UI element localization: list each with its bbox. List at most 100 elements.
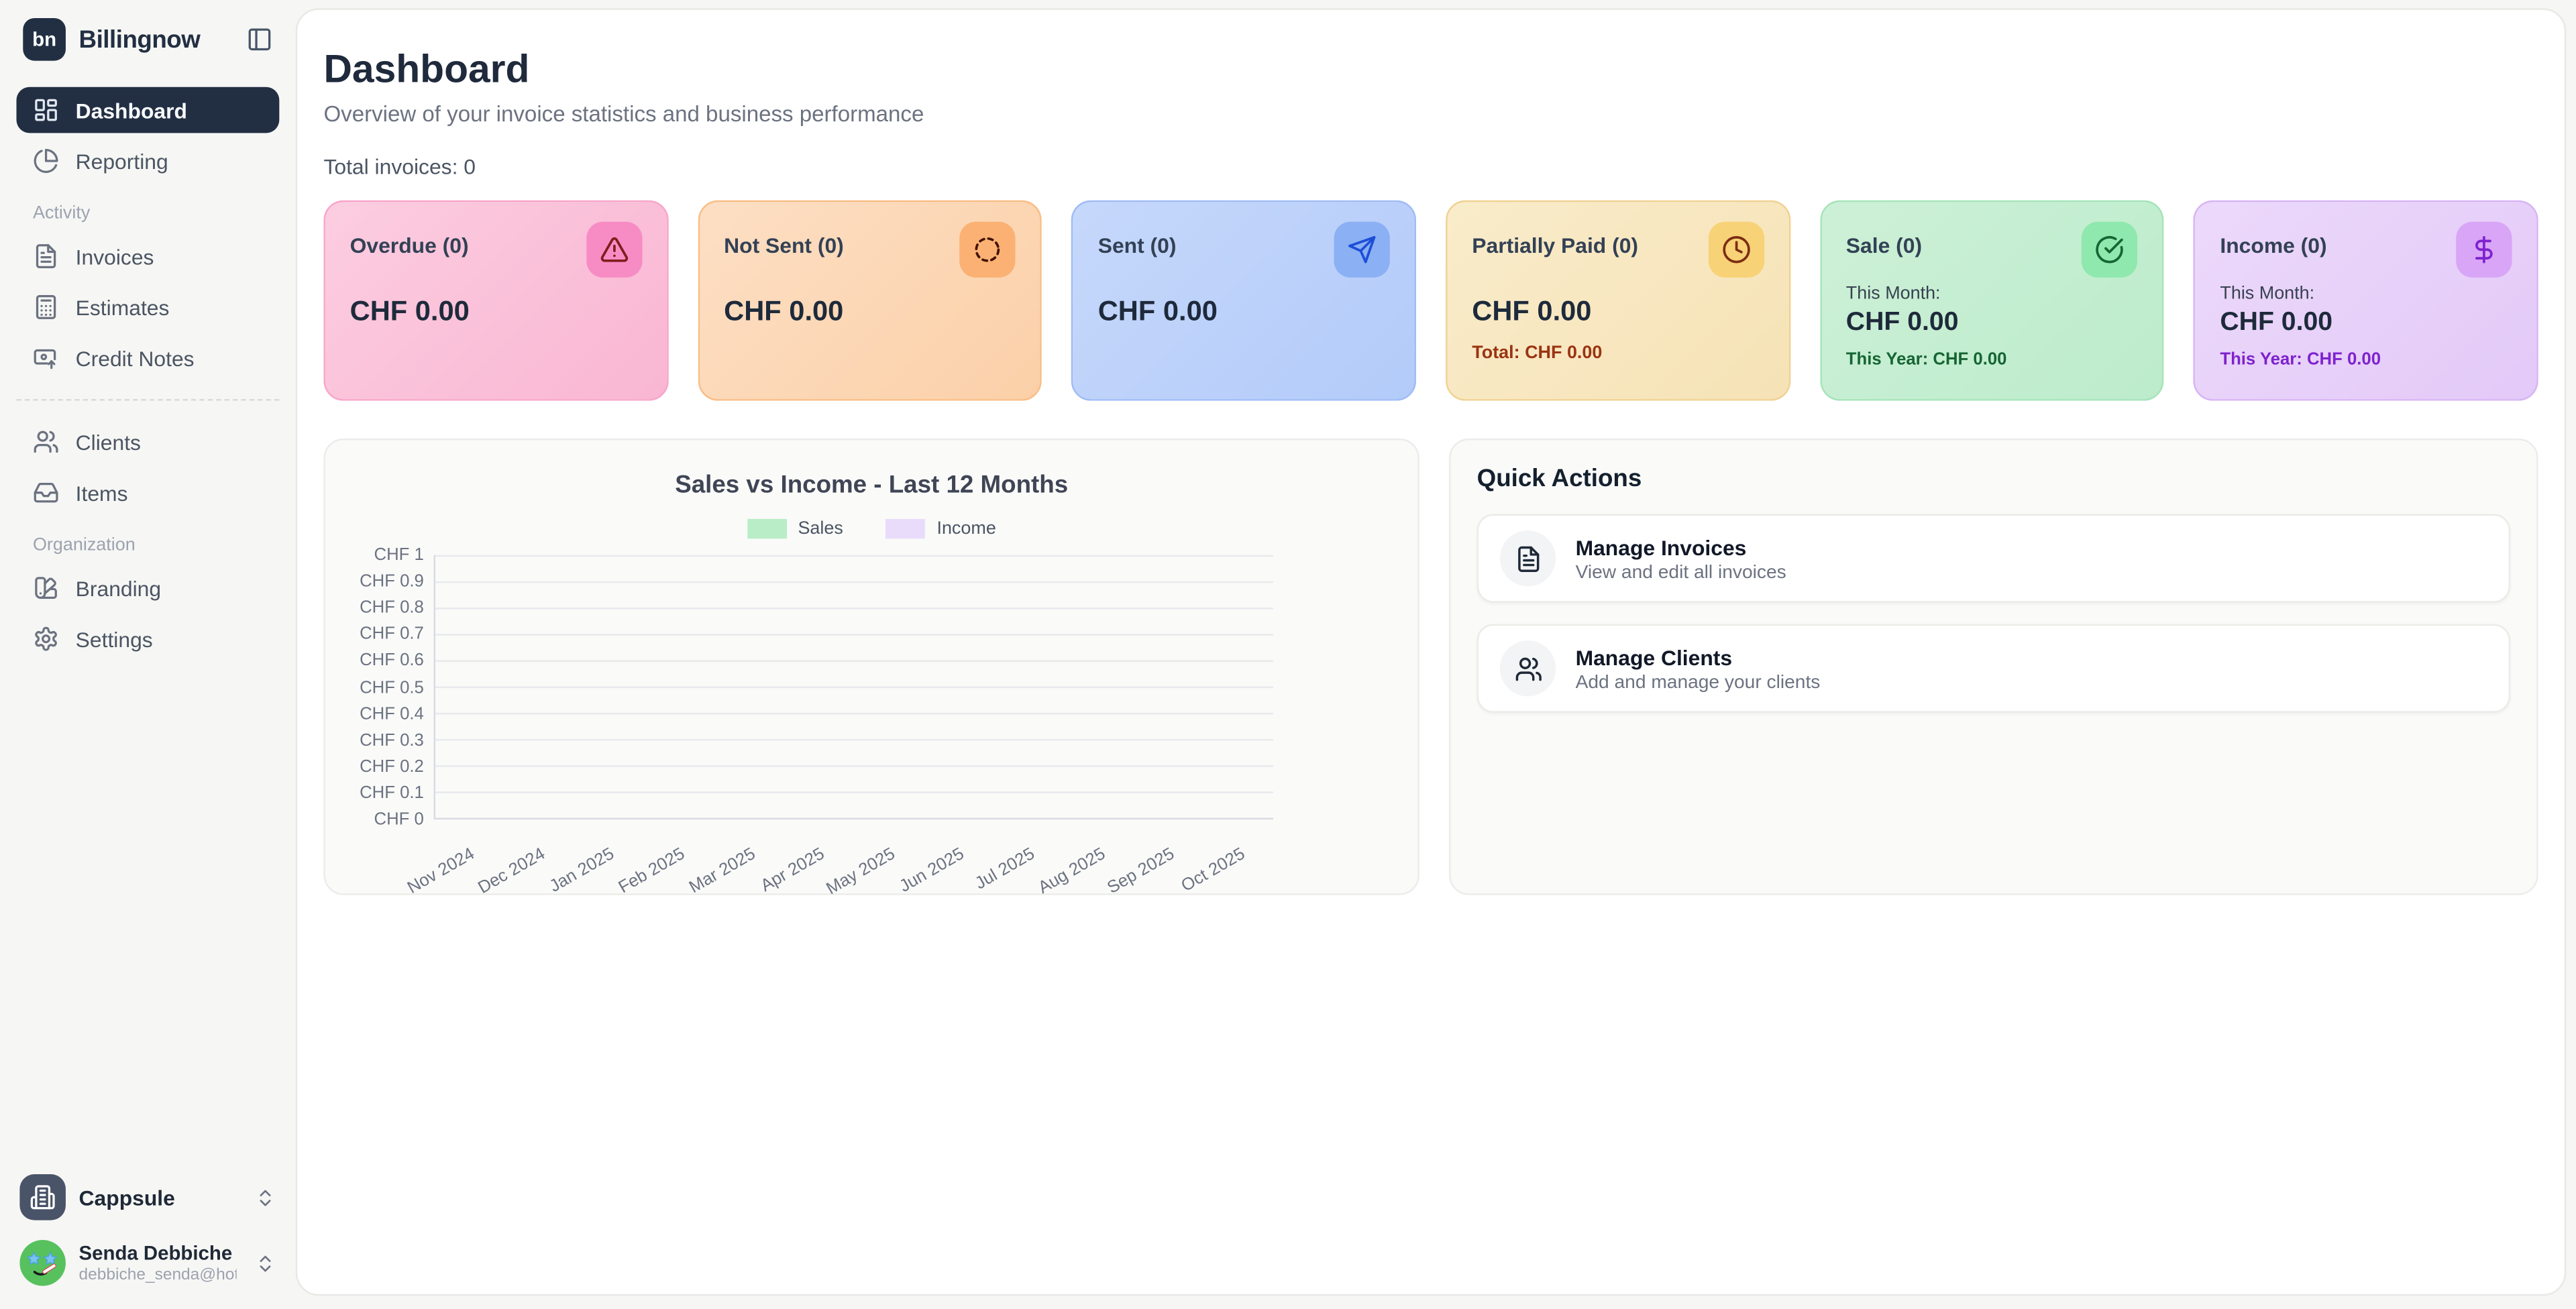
manage-invoices-action[interactable]: Manage Invoices View and edit all invoic…: [1477, 514, 2510, 603]
sidebar-item-label: Dashboard: [76, 98, 187, 123]
org-name: Cappsule: [79, 1185, 175, 1210]
users-icon: [33, 429, 59, 455]
sidebar-item-settings[interactable]: Settings: [16, 616, 279, 662]
sidebar-item-invoices[interactable]: Invoices: [16, 233, 279, 280]
y-tick: CHF 0.2: [360, 756, 424, 776]
x-tick: Jul 2025: [972, 844, 1038, 894]
x-axis-labels: Nov 2024 Dec 2024 Jan 2025 Feb 2025 Mar …: [434, 828, 1273, 900]
page-subtitle: Overview of your invoice statistics and …: [323, 102, 2538, 127]
income-swatch: [886, 519, 926, 538]
stat-card-sale[interactable]: Sale (0) This Month: CHF 0.00 This Year:…: [1820, 201, 2164, 401]
org-switcher[interactable]: Cappsule: [16, 1168, 279, 1227]
legend-label: Sales: [798, 519, 843, 538]
x-tick: Feb 2025: [615, 844, 688, 898]
quick-actions-panel: Quick Actions Manage Invoices View and e…: [1449, 439, 2538, 895]
sidebar-item-label: Invoices: [76, 244, 154, 269]
panel-left-icon: [246, 26, 272, 52]
sales-swatch: [747, 519, 787, 538]
legend-label: Income: [936, 519, 996, 538]
y-tick: CHF 0.8: [360, 598, 424, 618]
y-tick: CHF 0: [374, 809, 424, 829]
action-title: Manage Invoices: [1576, 534, 1786, 559]
legend-item-sales[interactable]: Sales: [747, 519, 843, 538]
swatch-book-icon: [33, 575, 59, 601]
file-text-icon: [1500, 530, 1556, 586]
stat-amount: CHF 0.00: [1846, 308, 2138, 338]
quick-actions-title: Quick Actions: [1477, 465, 2510, 493]
clock-icon: [1708, 222, 1764, 278]
stat-amount: CHF 0.00: [724, 296, 1016, 329]
user-name: Senda Debbiche: [79, 1241, 237, 1266]
y-tick: CHF 0.9: [360, 571, 424, 591]
x-tick: Apr 2025: [758, 844, 828, 897]
sidebar-divider: [16, 399, 279, 400]
action-subtitle: View and edit all invoices: [1576, 563, 1786, 582]
stat-label: Partially Paid (0): [1472, 233, 1638, 258]
sidebar-item-label: Credit Notes: [76, 346, 195, 371]
chart-grid: [434, 555, 1273, 819]
sidebar-footer: Cappsule Senda Debbiche debbiche_senda@h…: [0, 1161, 296, 1308]
section-label-activity: Activity: [33, 204, 279, 223]
users-icon: [1500, 640, 1556, 696]
circle-dashed-icon: [960, 222, 1016, 278]
page-title: Dashboard: [323, 48, 2538, 94]
stat-label: Income (0): [2220, 233, 2326, 258]
y-tick: CHF 0.7: [360, 624, 424, 644]
stat-card-overdue[interactable]: Overdue (0) CHF 0.00: [323, 201, 667, 401]
sidebar-collapse-button[interactable]: [246, 26, 272, 52]
sidebar-item-estimates[interactable]: Estimates: [16, 284, 279, 331]
y-tick: CHF 0.3: [360, 730, 424, 750]
y-tick: CHF 0.6: [360, 651, 424, 671]
dollar-sign-icon: [2456, 222, 2512, 278]
sidebar-item-reporting[interactable]: Reporting: [16, 138, 279, 184]
brand-name: Billingnow: [79, 25, 201, 54]
sidebar-item-branding[interactable]: Branding: [16, 565, 279, 611]
brand-logo: bn: [23, 18, 66, 61]
sidebar-item-label: Clients: [76, 429, 141, 454]
pie-chart-icon: [33, 148, 59, 174]
sidebar-item-label: Settings: [76, 626, 153, 651]
action-text: Manage Clients Add and manage your clien…: [1576, 644, 1821, 692]
x-tick: May 2025: [823, 844, 899, 899]
stat-amount: CHF 0.00: [350, 296, 642, 329]
sidebar-item-dashboard[interactable]: Dashboard: [16, 87, 279, 133]
x-tick: Oct 2025: [1177, 844, 1248, 897]
org-avatar: [19, 1174, 66, 1220]
chart-title: Sales vs Income - Last 12 Months: [325, 471, 1418, 500]
sidebar-item-label: Estimates: [76, 295, 170, 320]
sidebar-item-clients[interactable]: Clients: [16, 418, 279, 465]
action-subtitle: Add and manage your clients: [1576, 673, 1821, 692]
credit-note-icon: [33, 345, 59, 371]
chevrons-up-down-icon: [255, 1252, 276, 1273]
user-menu[interactable]: Senda Debbiche debbiche_senda@hot…: [16, 1233, 279, 1292]
stat-amount: CHF 0.00: [1098, 296, 1390, 329]
stat-card-not-sent[interactable]: Not Sent (0) CHF 0.00: [698, 201, 1042, 401]
sidebar-item-items[interactable]: Items: [16, 469, 279, 516]
stat-card-income[interactable]: Income (0) This Month: CHF 0.00 This Yea…: [2194, 201, 2538, 401]
layout-dashboard-icon: [33, 97, 59, 123]
alert-triangle-icon: [586, 222, 641, 278]
stat-label: Overdue (0): [350, 233, 469, 258]
file-text-icon: [33, 243, 59, 269]
stat-label: Sent (0): [1098, 233, 1177, 258]
main-content: Dashboard Overview of your invoice stati…: [296, 8, 2566, 1296]
sidebar-item-label: Items: [76, 480, 128, 505]
stat-card-sent[interactable]: Sent (0) CHF 0.00: [1072, 201, 1416, 401]
inbox-icon: [33, 479, 59, 506]
y-tick: CHF 0.5: [360, 677, 424, 697]
building-icon: [30, 1184, 56, 1210]
stat-label: Not Sent (0): [724, 233, 844, 258]
sidebar-item-credit-notes[interactable]: Credit Notes: [16, 335, 279, 382]
sidebar-item-label: Branding: [76, 575, 161, 600]
sidebar-nav: Dashboard Reporting Activity Invoices Es…: [0, 80, 296, 667]
circle-check-icon: [2082, 222, 2138, 278]
legend-item-income[interactable]: Income: [886, 519, 996, 538]
stat-amount: CHF 0.00: [2220, 308, 2512, 338]
app-window: bn Billingnow Dashboard Reporting Activi…: [0, 0, 2576, 1309]
chevrons-up-down-icon: [255, 1186, 276, 1208]
manage-clients-action[interactable]: Manage Clients Add and manage your clien…: [1477, 624, 2510, 713]
action-text: Manage Invoices View and edit all invoic…: [1576, 534, 1786, 582]
chart-plot-area: CHF 1 CHF 0.9 CHF 0.8 CHF 0.7 CHF 0.6 CH…: [352, 555, 1273, 900]
stat-card-partially-paid[interactable]: Partially Paid (0) CHF 0.00 Total: CHF 0…: [1446, 201, 1790, 401]
stat-this-month-label: This Month:: [1846, 284, 2138, 304]
